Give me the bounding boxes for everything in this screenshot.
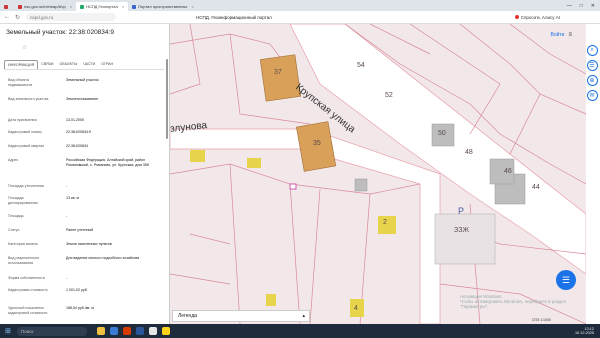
chat-icon[interactable]: ✉	[586, 90, 598, 101]
page-title: НСПД. Геоинформационный портал	[196, 14, 272, 20]
minimize-icon[interactable]: —	[567, 3, 572, 9]
nav-buttons: ← ↻	[0, 14, 20, 21]
parking-area	[434, 213, 496, 265]
taskbar-search[interactable]: Поиск	[16, 326, 87, 336]
favicon-icon	[4, 4, 8, 9]
tab-1[interactable]	[0, 2, 14, 11]
building-37[interactable]	[259, 54, 302, 102]
parcel-label: 4	[354, 305, 358, 312]
star-icon[interactable]: ☆	[22, 44, 27, 51]
close-icon[interactable]: ×	[122, 4, 124, 9]
panel-heading: Земельный участок: 22:38:020834:9	[6, 29, 114, 36]
map-canvas[interactable]: P	[170, 24, 586, 324]
window-controls: — □ ✕	[567, 3, 600, 9]
windows-watermark: Активация Windows Чтобы активировать Win…	[460, 294, 567, 309]
tab-links[interactable]: СВЯЗИ	[38, 60, 56, 69]
maximize-icon[interactable]: □	[580, 3, 583, 9]
tab-restrictions[interactable]: ОГРАН	[98, 60, 116, 69]
tab-3[interactable]: НСПД Геопортал ×	[76, 2, 129, 11]
app-icon[interactable]	[148, 327, 157, 335]
yellow-building	[247, 158, 261, 168]
clock: 13:12 10.12.2025	[574, 326, 594, 336]
parcel-label: ЗЗЖ	[454, 227, 469, 234]
close-window-icon[interactable]: ✕	[591, 3, 595, 9]
panel-tabs: ИНФОРМАЦИЯ СВЯЗИ ОБЪЕКТЫ ЧАСТИ ОГРАН	[4, 60, 164, 70]
tab-2[interactable]: nsc.gov.ru/ext/map/ll/cp ×	[14, 2, 76, 11]
menu-icon[interactable]: ≡	[568, 32, 572, 38]
parcel-label: 35	[313, 140, 321, 147]
parcel-label: 50	[438, 130, 446, 137]
word-icon[interactable]	[135, 327, 144, 335]
map-toolbar: ⌕ ☰ ⊕ ✉	[584, 45, 600, 101]
favicon-icon	[18, 4, 22, 9]
tab-objects[interactable]: ОБЪЕКТЫ	[57, 60, 81, 69]
tab-parts[interactable]: ЧАСТИ	[80, 60, 98, 69]
parcel-label: 48	[465, 149, 473, 156]
cadastral-map[interactable]: P Крупская улица злунова 37 54 52 50 35 …	[170, 24, 586, 324]
favicon-icon	[80, 4, 85, 9]
grey-building	[354, 178, 368, 192]
legend-label: Легенда	[178, 313, 198, 319]
layers-icon[interactable]: ☰	[586, 60, 598, 71]
yellow-building	[266, 294, 276, 306]
parcel-label: 44	[532, 184, 540, 191]
measure-icon[interactable]: ⊕	[586, 75, 598, 86]
address-bar: ← ↻ nspd.gov.ru НСПД. Геоинформационный …	[0, 11, 600, 24]
taskbar: ⊞ Поиск 13:12 10.12.2025	[0, 324, 600, 338]
url-field[interactable]: nspd.gov.ru	[26, 13, 117, 21]
yellow-building	[190, 150, 205, 162]
yandex-icon[interactable]	[161, 327, 170, 335]
browser-window: nsc.gov.ru/ext/map/ll/cp × НСПД Геопортал…	[0, 0, 600, 338]
close-icon[interactable]: ×	[70, 4, 72, 9]
building-2[interactable]	[378, 216, 396, 234]
chevron-up-icon: ▴	[302, 313, 305, 319]
parcel-label: 2	[383, 219, 387, 226]
search-icon[interactable]: ⌕	[586, 45, 598, 56]
parcel-label: 54	[357, 62, 365, 69]
alice-icon	[514, 15, 519, 19]
login-link[interactable]: Войти	[550, 32, 564, 38]
office-icon[interactable]	[122, 327, 131, 335]
explorer-icon[interactable]	[96, 327, 105, 335]
tab-info[interactable]: ИНФОРМАЦИЯ	[4, 60, 39, 69]
edge-icon[interactable]	[109, 327, 118, 335]
close-icon[interactable]: ×	[191, 4, 193, 9]
ask-alice-button[interactable]: Спросить Алису AI	[514, 15, 600, 20]
map-top-controls: Войти ≡	[550, 32, 572, 38]
taskbar-apps	[96, 327, 170, 335]
parcel-label: 52	[385, 92, 393, 99]
parcel-label: 46	[504, 168, 512, 175]
parking-icon: P	[458, 206, 464, 216]
reload-icon[interactable]: ↻	[15, 14, 20, 21]
back-icon[interactable]: ←	[4, 14, 10, 21]
selected-parcel[interactable]	[289, 183, 297, 190]
assistant-chat-button[interactable]: ☰	[556, 270, 576, 290]
tab-4[interactable]: Портал пространственных ×	[128, 2, 198, 11]
windows-start-icon[interactable]: ⊞	[5, 327, 11, 335]
parcel-label: 37	[274, 69, 282, 76]
legend-dropdown[interactable]: Легенда ▴	[172, 310, 310, 322]
favicon-icon	[132, 4, 137, 9]
scrollbar[interactable]	[166, 59, 168, 139]
tab-strip: nsc.gov.ru/ext/map/ll/cp × НСПД Геопортал…	[0, 0, 600, 11]
scale-label: СПЗ 1:1000	[532, 318, 551, 322]
info-panel: Земельный участок: 22:38:020834:9 ☆ ИНФО…	[0, 24, 170, 324]
